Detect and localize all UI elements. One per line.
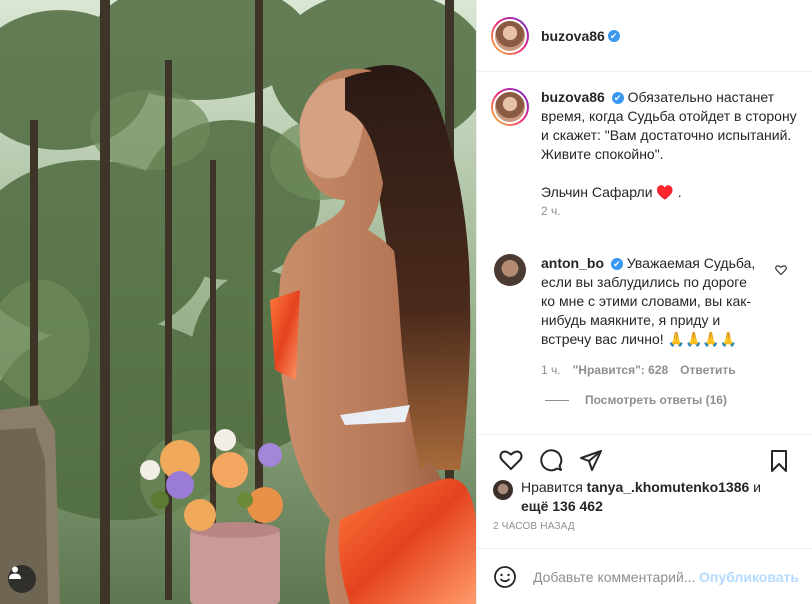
post-side-panel: buzova86 ✔ buzova86 ✔ Обязательно настан… [476, 0, 812, 604]
caption-signature: Эльчин Сафарли ♥️ . [541, 184, 682, 200]
view-replies-button[interactable]: Посмотреть ответы (16) [545, 393, 727, 407]
commenter-avatar[interactable] [494, 254, 526, 286]
author-username[interactable]: buzova86 [541, 28, 605, 44]
likes-prefix: Нравится [521, 479, 587, 495]
comment-button[interactable] [531, 440, 571, 480]
comment-item: anton_bo ✔ Уважаемая Судьба, если вы заб… [491, 254, 801, 380]
share-icon [580, 449, 602, 471]
comment-icon [540, 448, 563, 471]
comment-time: 1 ч. [541, 363, 561, 377]
comment-input[interactable]: Добавьте комментарий... [533, 569, 699, 585]
likes-and: и [749, 479, 762, 495]
liker-username[interactable]: tanya_.khomutenko1386 [587, 479, 750, 495]
emoji-button[interactable] [491, 563, 519, 591]
reply-button[interactable]: Ответить [680, 361, 735, 380]
share-button[interactable] [571, 440, 611, 480]
post-modal: buzova86 ✔ buzova86 ✔ Обязательно настан… [0, 0, 812, 604]
post-header: buzova86 ✔ [477, 0, 812, 72]
caption-avatar[interactable] [491, 88, 529, 126]
commenter-username[interactable]: anton_bo [541, 255, 604, 271]
liker-avatar[interactable] [493, 480, 513, 500]
bookmark-icon [771, 450, 787, 472]
comment-likes[interactable]: "Нравится": 628 [573, 361, 669, 380]
verified-badge-icon: ✔ [611, 92, 624, 105]
user-tag-icon [9, 566, 21, 579]
comment-like-heart-icon[interactable] [775, 264, 787, 276]
photo-image [0, 0, 476, 604]
publish-button[interactable]: Опубликовать [699, 569, 799, 585]
likes-count[interactable]: ещё 136 462 [521, 498, 603, 514]
verified-badge-icon: ✔ [607, 29, 620, 42]
post-caption: buzova86 ✔ Обязательно настанет время, к… [491, 88, 801, 221]
user-tag-button[interactable] [8, 565, 36, 593]
likes-summary: Нравится tanya_.khomutenko1386 и ещё 136… [493, 478, 803, 516]
replies-divider [545, 399, 569, 401]
save-button[interactable] [759, 441, 799, 481]
emoji-icon [494, 565, 516, 588]
caption-time: 2 ч. [541, 204, 561, 218]
post-actions [477, 434, 812, 484]
caption-username[interactable]: buzova86 [541, 89, 605, 105]
like-button[interactable] [491, 440, 531, 480]
post-date[interactable]: 2 ЧАСОВ НАЗАД [493, 521, 575, 532]
post-photo[interactable] [0, 0, 476, 604]
author-avatar[interactable] [491, 16, 529, 55]
add-comment-bar: Добавьте комментарий... Опубликовать [477, 548, 812, 604]
verified-badge-icon: ✔ [610, 258, 623, 271]
view-replies-label: Посмотреть ответы (16) [585, 393, 727, 407]
heart-icon [499, 450, 523, 470]
